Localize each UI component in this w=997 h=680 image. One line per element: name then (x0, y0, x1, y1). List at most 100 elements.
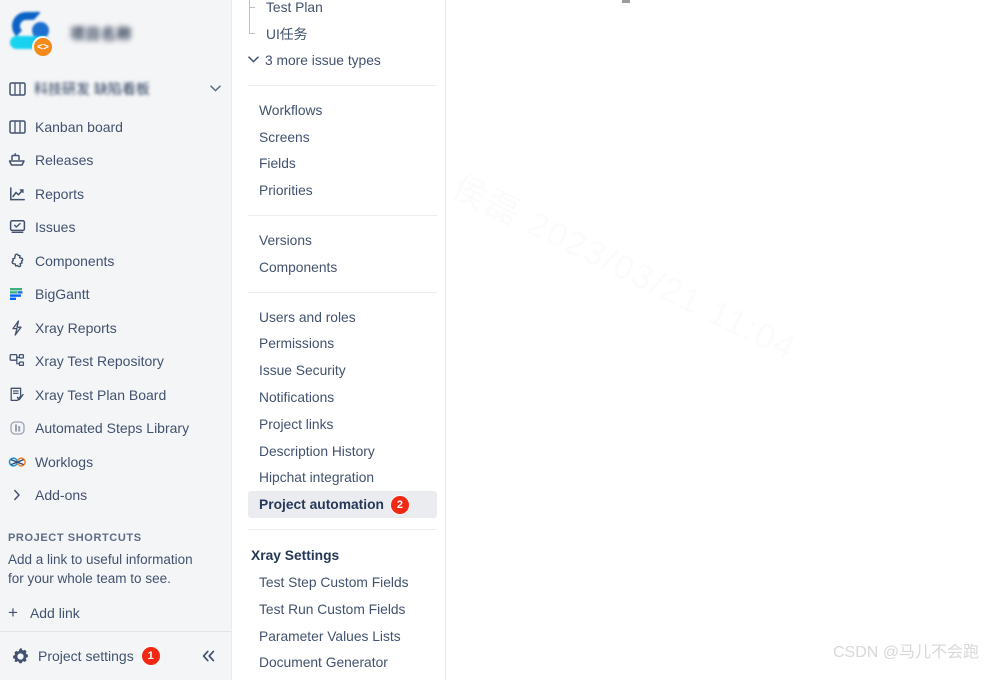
menu-item-users-and-roles[interactable]: Users and roles (248, 304, 437, 331)
menu-item-versions[interactable]: Versions (248, 227, 437, 254)
menu-item-label: Priorities (259, 183, 313, 199)
project-settings-bar[interactable]: Project settings 1 (0, 631, 231, 680)
gantt-bars-icon (5, 284, 29, 304)
board-name-label: 科技研发 缺陷看板 (34, 81, 150, 97)
sidebar-item-label: Add-ons (35, 487, 88, 504)
menu-item-label: Screens (259, 129, 310, 145)
divider (248, 215, 437, 217)
menu-item-document-generator[interactable]: Document Generator (248, 650, 437, 677)
sidebar-item-xray-test-repository[interactable]: Xray Test Repository (0, 345, 231, 379)
sidebar-item-xray-test-plan-board[interactable]: Xray Test Plan Board (0, 378, 231, 412)
library-cylinder-icon (5, 418, 29, 438)
menu-item-hipchat-integration[interactable]: Hipchat integration (248, 465, 437, 492)
menu-item-label: Test Run Custom Fields (259, 601, 406, 617)
csdn-watermark: CSDN @马儿不会跑 (832, 644, 979, 661)
sidebar-item-label: BigGantt (35, 286, 90, 303)
chevron-down-icon[interactable] (210, 83, 221, 95)
sidebar-item-label: Releases (35, 152, 94, 169)
issues-screen-icon (5, 217, 29, 237)
divider (248, 85, 437, 86)
menu-item-permissions[interactable]: Permissions (248, 331, 437, 358)
issue-type-label: Test Plan (266, 0, 323, 15)
sidebar-item-label: Kanban board (35, 118, 123, 135)
menu-item-screens[interactable]: Screens (248, 124, 437, 151)
project-title: 项目名称 (70, 26, 133, 43)
add-link-label: Add link (29, 604, 80, 621)
project-header: <> 项目名称 (0, 0, 231, 66)
sidebar-item-releases[interactable]: Releases (0, 144, 231, 178)
menu-item-label: Project links (259, 416, 334, 432)
project-logo: <> (8, 10, 60, 60)
clipboard-check-icon (5, 385, 29, 405)
sidebar-item-biggantt[interactable]: BigGantt (0, 278, 231, 312)
lightning-icon (5, 318, 29, 338)
plus-icon: + (8, 603, 18, 622)
puzzle-icon (5, 251, 29, 271)
menu-item-test-run-custom-fields[interactable]: Test Run Custom Fields (248, 596, 437, 623)
sidebar-item-automated-steps-library[interactable]: Automated Steps Library (0, 412, 231, 446)
sidebar-item-label: Xray Reports (35, 319, 117, 336)
menu-item-fields[interactable]: Fields (248, 151, 437, 178)
menu-item-label: Users and roles (259, 309, 356, 325)
menu-item-project-automation[interactable]: Project automation 2 (248, 491, 437, 519)
diagonal-watermark: 侯磊 2023/03/21 11:04 (447, 168, 803, 368)
issue-type-ui-task[interactable]: UI任务 (240, 20, 445, 46)
sidebar-item-label: Xray Test Plan Board (35, 386, 167, 403)
double-chevron-left-icon[interactable] (197, 645, 219, 667)
divider (248, 291, 437, 293)
menu-item-workflows[interactable]: Workflows (248, 97, 437, 124)
ship-icon (5, 150, 29, 170)
sidebar-item-reports[interactable]: Reports (0, 177, 231, 211)
sidebar-item-issues[interactable]: Issues (0, 211, 231, 245)
sidebar-item-label: Issues (35, 219, 76, 236)
menu-item-label: Project automation (259, 497, 384, 513)
menu-item-label: Document Generator (259, 655, 388, 671)
menu-item-notifications[interactable]: Notifications (248, 384, 437, 411)
menu-item-label: Fields (259, 156, 296, 172)
menu-item-label: Workflows (259, 102, 323, 118)
menu-item-label: Test Step Custom Fields (259, 575, 409, 591)
menu-item-description-history[interactable]: Description History (248, 438, 437, 465)
repository-nodes-icon (5, 351, 29, 371)
sidebar-item-label: Automated Steps Library (35, 420, 190, 437)
gear-icon (8, 647, 32, 666)
cursor-artifact (622, 0, 630, 3)
menu-item-label: Hipchat integration (259, 470, 375, 486)
menu-item-components[interactable]: Components (248, 254, 437, 281)
board-icon (5, 81, 29, 97)
divider (248, 529, 437, 531)
worklogs-infinity-icon (5, 452, 29, 472)
project-settings-menu: Test Plan UI任务 3 more issue types Workfl… (240, 0, 446, 680)
menu-item-parameter-values-lists[interactable]: Parameter Values Lists (248, 623, 437, 650)
xray-settings-heading: Xray Settings (251, 547, 340, 563)
project-settings-label: Project settings (38, 648, 134, 664)
chevron-right-icon (5, 485, 29, 505)
menu-item-project-links[interactable]: Project links (248, 411, 437, 438)
add-link-button[interactable]: + Add link (8, 604, 231, 621)
issue-type-test-plan[interactable]: Test Plan (240, 0, 445, 20)
menu-item-label: Issue Security (259, 363, 346, 379)
sidebar-item-label: Xray Test Repository (35, 353, 164, 370)
more-issue-types-label: 3 more issue types (265, 52, 381, 68)
code-brackets-icon: <> (32, 36, 54, 58)
sidebar-item-kanban-board[interactable]: Kanban board (0, 110, 231, 144)
menu-item-issue-security[interactable]: Issue Security (248, 357, 437, 384)
sidebar-item-components[interactable]: Components (0, 244, 231, 278)
more-issue-types-toggle[interactable]: 3 more issue types (240, 46, 445, 74)
menu-item-label: Description History (259, 443, 375, 459)
menu-item-priorities[interactable]: Priorities (248, 177, 437, 204)
sidebar-item-add-ons[interactable]: Add-ons (0, 479, 231, 513)
sidebar-item-xray-reports[interactable]: Xray Reports (0, 311, 231, 345)
sidebar-item-worklogs[interactable]: Worklogs (0, 445, 231, 479)
issue-type-label: UI任务 (266, 27, 308, 42)
sidebar-item-label: Components (35, 252, 115, 269)
menu-item-test-step-custom-fields[interactable]: Test Step Custom Fields (248, 569, 437, 596)
main-content: 侯磊 2023/03/21 11:04 CSDN @马儿不会跑 (447, 0, 997, 680)
menu-item-label: Permissions (259, 336, 335, 352)
menu-item-label: Notifications (259, 390, 335, 406)
board-selector[interactable]: 科技研发 缺陷看板 (0, 72, 231, 106)
sidebar-item-label: Reports (35, 185, 85, 202)
menu-item-label: Components (259, 259, 338, 275)
project-sidebar: <> 项目名称 科技研发 缺陷看板 Kanban board Releases … (0, 0, 232, 680)
chevron-down-icon (248, 55, 259, 66)
